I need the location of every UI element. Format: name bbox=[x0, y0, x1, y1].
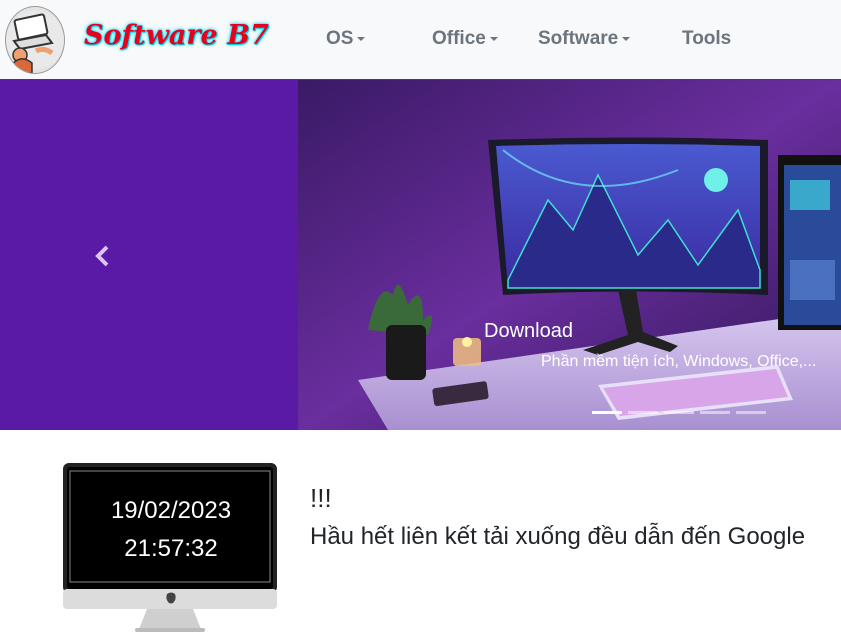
carousel-indicator[interactable] bbox=[664, 411, 694, 414]
carousel-caption-text: Phần mềm tiện ích, Windows, Office,... bbox=[541, 353, 817, 370]
carousel-indicator[interactable] bbox=[592, 411, 622, 414]
nav-item-software[interactable]: Software bbox=[538, 28, 631, 50]
nav-item-tools[interactable]: Tools bbox=[682, 28, 731, 50]
carousel-indicators bbox=[592, 401, 772, 419]
caret-down-icon bbox=[622, 36, 631, 41]
caret-down-icon bbox=[357, 36, 366, 41]
nav-item-office[interactable]: Office bbox=[432, 28, 498, 50]
brand-name[interactable]: Software B7 bbox=[84, 20, 269, 51]
navbar: Software B7 OS Office Software Tools bbox=[0, 0, 841, 80]
nav-item-label: Office bbox=[432, 28, 486, 49]
brand-logo-icon[interactable] bbox=[5, 6, 65, 74]
notice-text: Hầu hết liên kết tải xuống đều dẫn đến G… bbox=[310, 523, 806, 550]
carousel-caption-title: Download bbox=[484, 320, 573, 342]
nav-item-os[interactable]: OS bbox=[326, 28, 366, 50]
carousel-indicator[interactable] bbox=[700, 411, 730, 414]
caret-down-icon bbox=[489, 36, 498, 41]
carousel-slide-image bbox=[298, 80, 841, 430]
carousel-prev-button[interactable] bbox=[0, 80, 200, 430]
notice-title: !!! bbox=[310, 483, 332, 513]
clock-time: 21:57:32 bbox=[124, 535, 218, 562]
clock-date: 19/02/2023 bbox=[110, 497, 232, 524]
carousel-indicator[interactable] bbox=[736, 411, 766, 414]
nav-item-label: Tools bbox=[682, 28, 732, 49]
nav-item-label: OS bbox=[326, 28, 354, 49]
hero-carousel: Download Phần mềm tiện ích, Windows, Off… bbox=[0, 80, 841, 430]
carousel-indicator[interactable] bbox=[628, 411, 658, 414]
nav-item-label: Software bbox=[538, 28, 619, 49]
chevron-left-icon bbox=[95, 245, 109, 267]
